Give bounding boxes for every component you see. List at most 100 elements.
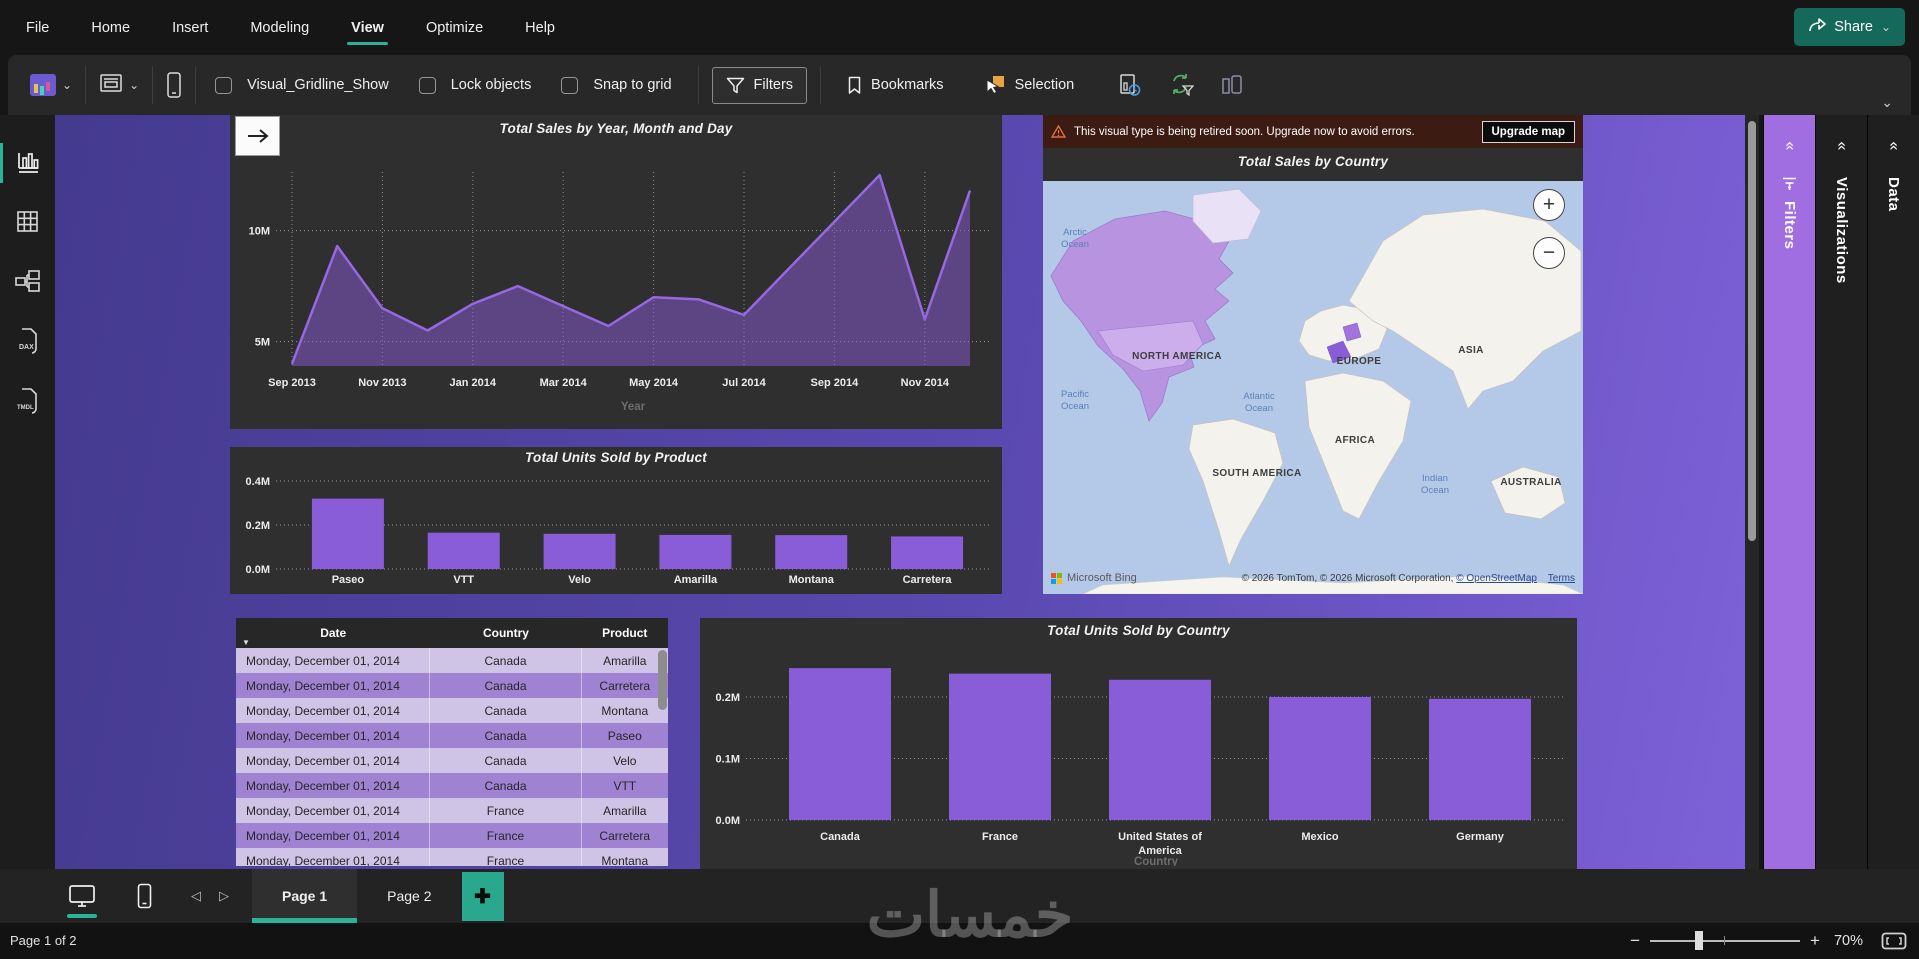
drill-up-arrow-button[interactable] [236, 117, 279, 155]
menu-view[interactable]: View [347, 20, 388, 45]
table-row[interactable]: Monday, December 01, 2014 Canada Velo [236, 748, 668, 773]
mobile-layout-button[interactable] [124, 876, 164, 916]
expand-chevron-icon[interactable]: « [1833, 142, 1851, 151]
area-chart-plot[interactable]: Sep 2013 Nov 2013 Jan 2014 Mar 2014 May 2014… [230, 136, 1002, 424]
expand-chevron-icon[interactable]: « [1885, 142, 1903, 151]
lock-objects-checkbox[interactable]: Lock objects [418, 76, 531, 94]
y-tick-label: 0.2M [716, 692, 740, 704]
product-bar-plot[interactable]: 0.0M 0.2M 0.4M Paseo VTT Velo Amarilla Montana C… [230, 465, 1002, 591]
table-row[interactable]: Monday, December 01, 2014 France Carretera [236, 823, 668, 848]
visual-product-bar-chart[interactable]: Total Units Sold by Product 0.0M 0.2M 0.4M… [230, 447, 1002, 594]
continent-label: AUSTRALIA [1500, 477, 1561, 488]
sync-slicers-button[interactable] [1155, 64, 1207, 106]
visual-country-bar-chart[interactable]: Total Units Sold by Country 0.0M 0.1M 0.2M… [700, 618, 1577, 869]
sidebar-item-tmdl-view[interactable]: TMDL [0, 377, 55, 425]
bar[interactable] [427, 532, 500, 569]
sort-arrow-icon[interactable]: ▼ [242, 638, 250, 647]
map-zoom-out-button[interactable]: − [1533, 237, 1565, 269]
visualizations-panel-collapsed[interactable]: « Visualizations [1815, 115, 1867, 869]
zoom-out-button[interactable]: − [1630, 931, 1640, 951]
report-canvas[interactable]: Total Sales by Year, Month and Day Sep 2… [55, 115, 1745, 869]
themes-dropdown[interactable]: ⌄ [30, 74, 72, 96]
table-row[interactable]: Monday, December 01, 2014 Canada Paseo [236, 723, 668, 748]
table-row[interactable]: Monday, December 01, 2014 Canada VTT [236, 773, 668, 798]
sidebar-item-dax-query-view[interactable]: DAX [0, 317, 55, 365]
table-cell: Canada [430, 723, 582, 748]
expand-chevron-icon[interactable]: « [1781, 142, 1799, 151]
fit-to-page-icon[interactable] [1881, 932, 1907, 950]
tmdl-label: TMDL [17, 405, 34, 411]
bar[interactable] [949, 673, 1051, 820]
table-row[interactable]: Monday, December 01, 2014 Canada Amarilla [236, 648, 668, 673]
upgrade-map-button[interactable]: Upgrade map [1481, 120, 1575, 143]
map-area[interactable]: Arctic Ocean NORTH AMERICA EUROPE ASIA Pacifi… [1043, 181, 1583, 594]
canvas-scrollbar[interactable] [1745, 115, 1759, 869]
performance-analyzer-button[interactable] [1105, 64, 1155, 106]
filters-toggle-button[interactable]: Filters [711, 66, 808, 104]
menu-optimize[interactable]: Optimize [426, 20, 483, 36]
column-header-date[interactable]: Date [236, 618, 430, 648]
table-row[interactable]: Monday, December 01, 2014 France Amarilla [236, 798, 668, 823]
bar[interactable] [789, 668, 891, 820]
table-row[interactable]: Monday, December 01, 2014 Canada Carretera [236, 673, 668, 698]
zoom-slider-thumb[interactable] [1695, 931, 1704, 950]
status-bar: Page 1 of 2 − + 70% [0, 923, 1919, 959]
selection-label: Selection [1014, 77, 1075, 93]
world-map[interactable]: ArcticOceanNORTH AMERICA EUROPEASIAPacifi… [1043, 181, 1583, 594]
sidebar-item-report-view[interactable] [0, 139, 55, 187]
menu-home[interactable]: Home [91, 20, 130, 36]
column-header-country[interactable]: Country [430, 618, 581, 648]
zoom-slider[interactable] [1650, 931, 1801, 950]
map-zoom-in-button[interactable]: + [1533, 189, 1565, 221]
data-panel-collapsed[interactable]: « Data [1867, 115, 1919, 869]
filters-panel-collapsed[interactable]: « Filters [1763, 115, 1815, 869]
table-cell: Monday, December 01, 2014 [236, 648, 431, 673]
mobile-layout-button[interactable] [166, 72, 182, 98]
tab-page-2[interactable]: Page 2 [357, 869, 461, 923]
menu-file[interactable]: File [26, 20, 49, 36]
visual-area-chart[interactable]: Total Sales by Year, Month and Day Sep 2… [230, 115, 1002, 429]
sidebar-item-model-view[interactable] [0, 257, 55, 305]
bar[interactable] [775, 535, 848, 569]
terms-link[interactable]: Terms [1548, 573, 1575, 584]
country-bar-plot[interactable]: 0.0M 0.1M 0.2M Canada France United States of… [700, 638, 1577, 868]
bar[interactable] [1269, 697, 1371, 820]
visual-table[interactable]: Date Country Product ▼ Monday, December 01, … [236, 618, 668, 866]
visual-map[interactable]: This visual type is being retired soon. … [1043, 115, 1583, 594]
table-row[interactable]: Monday, December 01, 2014 France Montana [236, 848, 668, 866]
snap-to-grid-checkbox[interactable]: Snap to grid [561, 76, 672, 94]
previous-page-arrow[interactable]: ◁ [182, 888, 210, 904]
zoom-in-button[interactable]: + [1810, 931, 1820, 951]
data-table[interactable]: Date Country Product ▼ Monday, December 01, … [236, 618, 668, 866]
page-view-dropdown[interactable]: ⌄ [99, 72, 139, 99]
openstreetmap-link[interactable]: © OpenStreetMap [1456, 573, 1537, 584]
x-category-label: Amarilla [674, 574, 718, 586]
bar[interactable] [1429, 698, 1531, 820]
table-scrollbar[interactable] [658, 650, 667, 710]
column-header-product[interactable]: Product [582, 618, 668, 648]
bar[interactable] [1109, 679, 1211, 820]
bar[interactable] [311, 498, 384, 569]
bar[interactable] [543, 533, 616, 569]
desktop-layout-button[interactable] [62, 876, 102, 918]
menu-modeling[interactable]: Modeling [250, 20, 309, 36]
area-fill[interactable] [292, 175, 970, 366]
table-header[interactable]: Date Country Product ▼ [236, 618, 668, 648]
selection-button[interactable]: Selection [971, 66, 1088, 104]
collapse-ribbon-chevron-icon[interactable]: ⌄ [1881, 94, 1893, 111]
bar[interactable] [659, 534, 732, 569]
next-page-arrow[interactable]: ▷ [210, 888, 238, 904]
share-button[interactable]: Share ⌄ [1794, 8, 1905, 46]
y-tick-label: 0.0M [246, 564, 270, 576]
visual-gridline-checkbox[interactable]: Visual_Gridline_Show [215, 76, 389, 94]
menu-help[interactable]: Help [525, 20, 555, 36]
menu-insert[interactable]: Insert [172, 20, 208, 36]
tab-page-1[interactable]: Page 1 [252, 869, 358, 923]
new-page-button[interactable]: ✚ [461, 871, 504, 921]
table-row[interactable]: Monday, December 01, 2014 Canada Montana [236, 698, 668, 723]
bookmarks-button[interactable]: Bookmarks [834, 67, 957, 104]
bar[interactable] [891, 536, 964, 569]
sidebar-item-table-view[interactable] [0, 197, 55, 245]
scrollbar-thumb[interactable] [1748, 121, 1756, 541]
mobile-layout-preview-button[interactable] [1207, 64, 1257, 106]
